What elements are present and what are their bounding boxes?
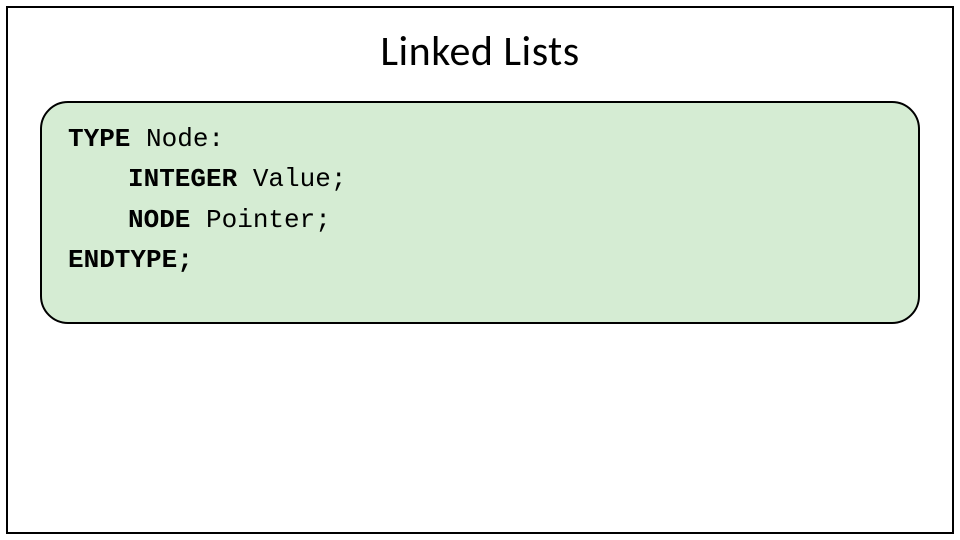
code-text: Node: <box>130 124 224 154</box>
code-line-3: NODE Pointer; <box>68 200 892 240</box>
keyword-endtype: ENDTYPE; <box>68 245 193 275</box>
page-title: Linked Lists <box>40 26 920 77</box>
keyword-integer: INTEGER <box>128 164 237 194</box>
slide-frame: Linked Lists TYPE Node: INTEGER Value; N… <box>6 6 954 534</box>
code-box: TYPE Node: INTEGER Value; NODE Pointer; … <box>40 101 920 324</box>
code-line-1: TYPE Node: <box>68 119 892 159</box>
code-text: Pointer; <box>190 205 330 235</box>
code-line-2: INTEGER Value; <box>68 159 892 199</box>
code-text: Value; <box>237 164 346 194</box>
code-line-4: ENDTYPE; <box>68 240 892 280</box>
keyword-type: TYPE <box>68 124 130 154</box>
keyword-node: NODE <box>128 205 190 235</box>
